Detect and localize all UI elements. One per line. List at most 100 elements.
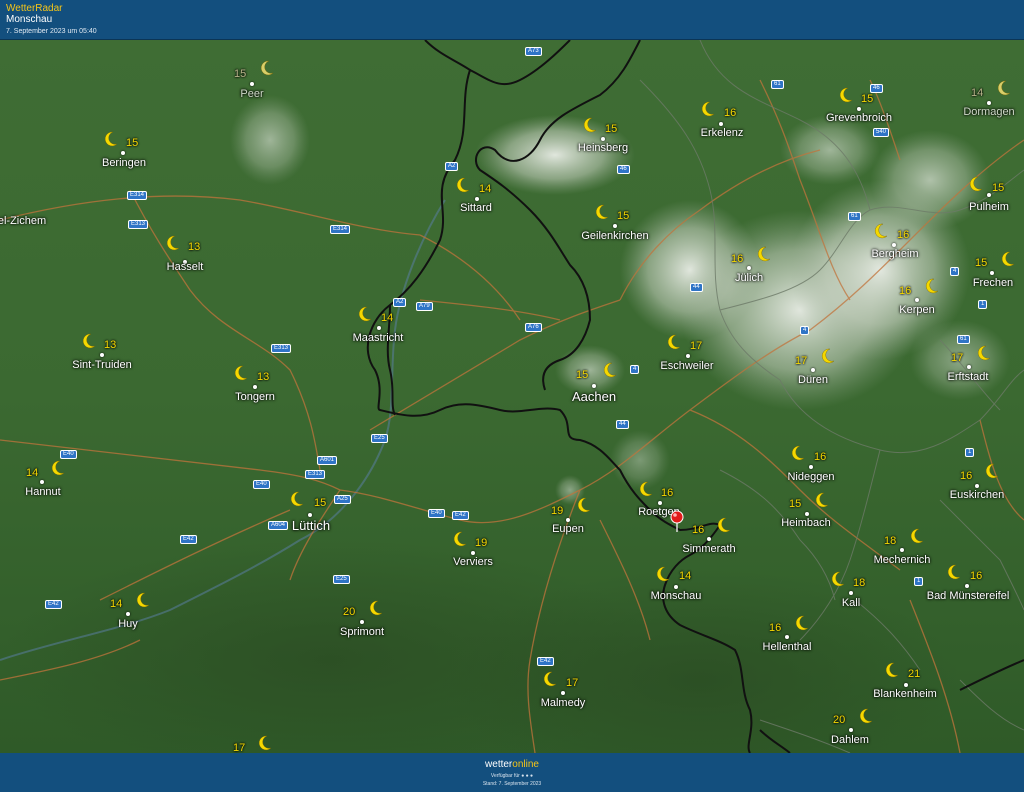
city-label-mechernich[interactable]: Mechernich [874,554,931,566]
city-label-hasselt[interactable]: Hasselt [167,261,204,273]
city-marker-dot[interactable] [471,551,475,555]
moon-icon [839,87,853,103]
location-marker-icon[interactable] [670,510,684,532]
city-marker-dot[interactable] [987,193,991,197]
city-marker-dot[interactable] [965,584,969,588]
city-marker-dot[interactable] [975,484,979,488]
city-marker-dot[interactable] [561,691,565,695]
city-label-sint-truiden[interactable]: Sint-Truiden [72,359,132,371]
city-label-peer[interactable]: Peer [240,88,263,100]
city-label-kerpen[interactable]: Kerpen [899,304,934,316]
city-marker-dot[interactable] [100,353,104,357]
city-label-sittard[interactable]: Sittard [460,202,492,214]
city-marker-dot[interactable] [707,537,711,541]
city-marker-dot[interactable] [308,513,312,517]
city-label-grevenbroich[interactable]: Grevenbroich [826,112,892,124]
city-label-huy[interactable]: Huy [118,618,138,630]
city-label-beringen[interactable]: Beringen [102,157,146,169]
road-sign: 4 [950,267,960,276]
city-label-kall[interactable]: Kall [842,597,860,609]
city-marker-dot[interactable] [360,620,364,624]
road-sign: 540 [873,128,890,137]
city-marker-dot[interactable] [785,635,789,639]
city-label-zichem[interactable]: el-Zichem [0,215,46,227]
city-label-frechen[interactable]: Frechen [973,277,1013,289]
city-label-bad-muenstereifel[interactable]: Bad Münstereifel [927,590,1010,602]
app-footer: wetteronline Verfügbar für ● ● ● Stand: … [0,753,1024,792]
city-marker-dot[interactable] [892,243,896,247]
city-label-tongern[interactable]: Tongern [235,391,275,403]
city-marker-dot[interactable] [990,271,994,275]
city-label-heimbach[interactable]: Heimbach [781,517,831,529]
city-marker-dot[interactable] [857,107,861,111]
city-marker-dot[interactable] [377,326,381,330]
city-label-erftstadt[interactable]: Erftstadt [948,371,989,383]
city-marker-dot[interactable] [849,728,853,732]
city-label-eschweiler[interactable]: Eschweiler [660,360,713,372]
weather-map[interactable] [0,40,1024,753]
city-label-eupen[interactable]: Eupen [552,523,584,535]
city-label-aachen[interactable]: Aachen [572,389,616,404]
city-label-malmedy[interactable]: Malmedy [541,697,586,709]
city-marker-dot[interactable] [250,82,254,86]
city-label-bergheim[interactable]: Bergheim [871,248,918,260]
city-label-simmerath[interactable]: Simmerath [682,543,735,555]
city-label-erkelenz[interactable]: Erkelenz [701,127,744,139]
city-marker-dot[interactable] [126,612,130,616]
brand-logo[interactable]: wetteronline [0,759,1024,770]
moon-icon [885,662,899,678]
city-marker-dot[interactable] [809,465,813,469]
city-label-blankenheim[interactable]: Blankenheim [873,688,937,700]
city-marker-dot[interactable] [849,591,853,595]
city-label-hannut[interactable]: Hannut [25,486,60,498]
city-label-hellenthal[interactable]: Hellenthal [763,641,812,653]
city-marker-dot[interactable] [900,548,904,552]
city-marker-dot[interactable] [613,224,617,228]
moon-icon [859,708,873,724]
city-label-monschau[interactable]: Monschau [651,590,702,602]
road-sign: 44 [616,420,629,429]
city-marker-dot[interactable] [592,384,596,388]
road-sign: E42 [45,600,62,609]
city-marker-dot[interactable] [40,480,44,484]
city-label-maastricht[interactable]: Maastricht [353,332,404,344]
city-label-pulheim[interactable]: Pulheim [969,201,1009,213]
city-label-nideggen[interactable]: Nideggen [787,471,834,483]
city-marker-dot[interactable] [967,365,971,369]
city-label-juelich[interactable]: Jülich [735,272,763,284]
city-marker-dot[interactable] [686,354,690,358]
city-label-euskirchen[interactable]: Euskirchen [950,489,1004,501]
city-marker-dot[interactable] [601,137,605,141]
city-marker-dot[interactable] [566,518,570,522]
city-marker-dot[interactable] [253,385,257,389]
city-marker-dot[interactable] [475,197,479,201]
city-label-sprimont[interactable]: Sprimont [340,626,384,638]
temperature-mechernich: 18 [884,535,897,547]
road-sign: E42 [537,657,554,666]
city-label-geilenkirchen[interactable]: Geilenkirchen [581,230,648,242]
city-marker-dot[interactable] [719,122,723,126]
brand-accent: online [512,759,539,770]
city-marker-dot[interactable] [674,585,678,589]
city-label-dueren[interactable]: Düren [798,374,828,386]
city-label-verviers[interactable]: Verviers [453,556,493,568]
city-marker-dot[interactable] [904,683,908,687]
temperature-erkelenz: 16 [724,107,737,119]
city-label-dahlem[interactable]: Dahlem [831,734,869,746]
map-terrain [0,40,1024,753]
road-sign: E313 [305,470,326,479]
city-marker-dot[interactable] [915,298,919,302]
city-marker-dot[interactable] [811,368,815,372]
moon-icon [104,131,118,147]
city-marker-dot[interactable] [121,151,125,155]
city-marker-dot[interactable] [658,501,662,505]
city-marker-dot[interactable] [987,101,991,105]
city-label-heinsberg[interactable]: Heinsberg [578,142,628,154]
city-label-dormagen[interactable]: Dormagen [963,106,1014,118]
moon-icon [947,564,961,580]
moon-icon [969,176,983,192]
city-label-luettich[interactable]: Lüttich [292,518,330,533]
temperature-verviers: 19 [475,537,488,549]
city-marker-dot[interactable] [805,512,809,516]
city-marker-dot[interactable] [747,266,751,270]
